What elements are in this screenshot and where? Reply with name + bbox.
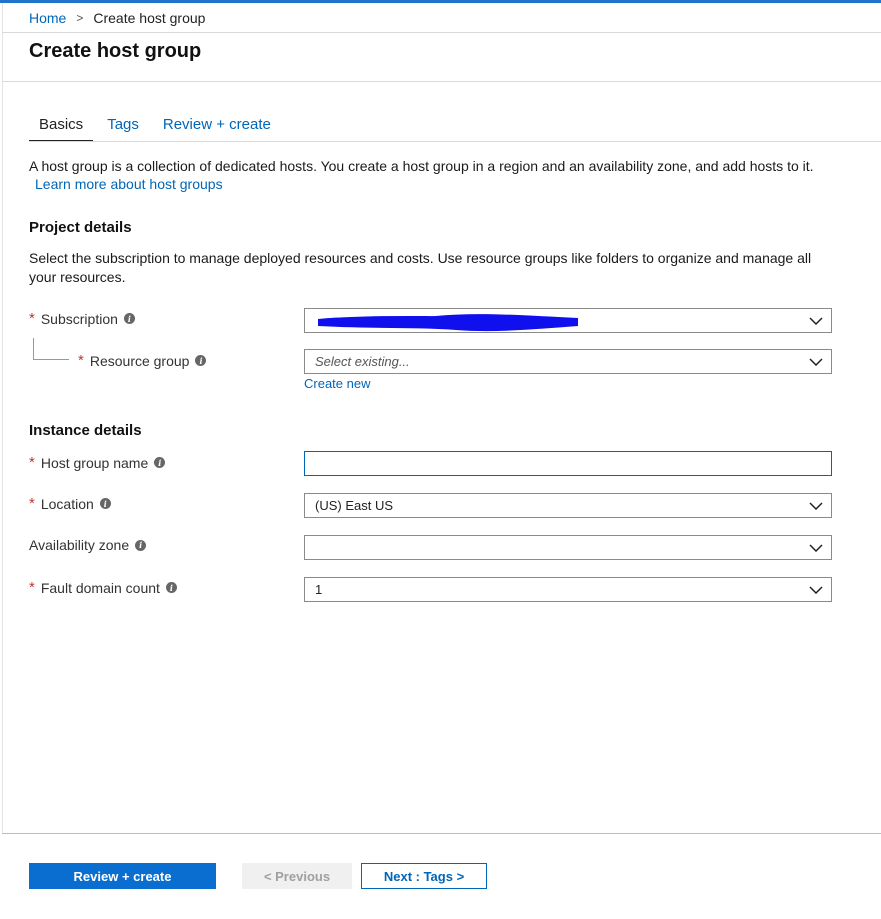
fault-domain-count-dropdown[interactable]: 1 — [304, 577, 832, 602]
info-icon[interactable]: i — [195, 355, 207, 366]
learn-more-link[interactable]: Learn more about host groups — [35, 176, 223, 192]
review-create-button[interactable]: Review + create — [29, 863, 216, 889]
info-icon[interactable]: i — [123, 313, 135, 324]
availability-zone-label: Availability zone i — [29, 537, 147, 553]
redaction-scribble — [318, 314, 578, 332]
info-icon[interactable]: i — [99, 498, 111, 509]
location-value: (US) East US — [315, 498, 394, 513]
chevron-down-icon — [801, 585, 831, 594]
breadcrumb-current: Create host group — [93, 10, 206, 26]
fault-domain-count-label-text: Fault domain count — [40, 579, 160, 596]
chevron-down-icon — [801, 357, 831, 366]
project-details-description: Select the subscription to manage deploy… — [29, 250, 812, 285]
location-label: * Location i — [29, 495, 111, 512]
create-new-resource-group-link[interactable]: Create new — [304, 376, 370, 391]
subscription-label: * Subscription i — [29, 310, 135, 327]
project-details-heading: Project details — [29, 219, 132, 236]
availability-zone-dropdown[interactable] — [304, 535, 832, 560]
info-icon[interactable]: i — [165, 582, 177, 593]
fault-domain-count-value: 1 — [315, 582, 323, 597]
chevron-right-icon: > — [76, 11, 84, 25]
tab-bar: Basics Tags Review + create — [29, 113, 285, 142]
required-asterisk: * — [78, 352, 84, 369]
title-divider — [2, 81, 881, 82]
blade-left-border — [2, 3, 3, 833]
chevron-down-icon — [801, 501, 831, 510]
breadcrumb-home-link[interactable]: Home — [29, 10, 66, 26]
host-group-name-label-text: Host group name — [40, 454, 149, 471]
chevron-down-icon — [801, 316, 831, 325]
required-asterisk: * — [29, 310, 35, 327]
host-group-name-input[interactable] — [304, 451, 832, 476]
tab-review-create[interactable]: Review + create — [153, 113, 281, 142]
required-asterisk: * — [29, 495, 35, 512]
resource-group-dropdown[interactable]: Select existing... — [304, 349, 832, 374]
fault-domain-count-label: * Fault domain count i — [29, 579, 177, 596]
availability-zone-label-text: Availability zone — [29, 537, 130, 553]
chevron-down-icon — [801, 543, 831, 552]
location-dropdown[interactable]: (US) East US — [304, 493, 832, 518]
subscription-label-text: Subscription — [40, 310, 118, 327]
instance-details-heading: Instance details — [29, 422, 142, 439]
required-asterisk: * — [29, 454, 35, 471]
tab-basics[interactable]: Basics — [29, 113, 94, 142]
host-group-name-label: * Host group name i — [29, 454, 166, 471]
breadcrumb: Home > Create host group — [29, 10, 205, 26]
intro-text: A host group is a collection of dedicate… — [29, 158, 814, 174]
tree-connector-horizontal — [33, 359, 69, 360]
top-accent-bar — [0, 0, 881, 3]
tabs-divider — [29, 141, 881, 142]
required-asterisk: * — [29, 579, 35, 596]
page-title: Create host group — [29, 40, 202, 62]
tree-connector-vertical — [33, 338, 34, 359]
tab-tags[interactable]: Tags — [97, 113, 149, 142]
info-icon[interactable]: i — [135, 539, 147, 551]
resource-group-label: * Resource group i — [78, 352, 207, 369]
next-tags-button[interactable]: Next : Tags > — [361, 863, 487, 889]
resource-group-label-text: Resource group — [89, 352, 190, 369]
footer-divider — [2, 833, 881, 834]
header-divider — [2, 32, 881, 33]
location-label-text: Location — [40, 495, 94, 512]
info-icon[interactable]: i — [154, 457, 166, 468]
previous-button: < Previous — [242, 863, 352, 889]
resource-group-placeholder: Select existing... — [315, 354, 410, 369]
